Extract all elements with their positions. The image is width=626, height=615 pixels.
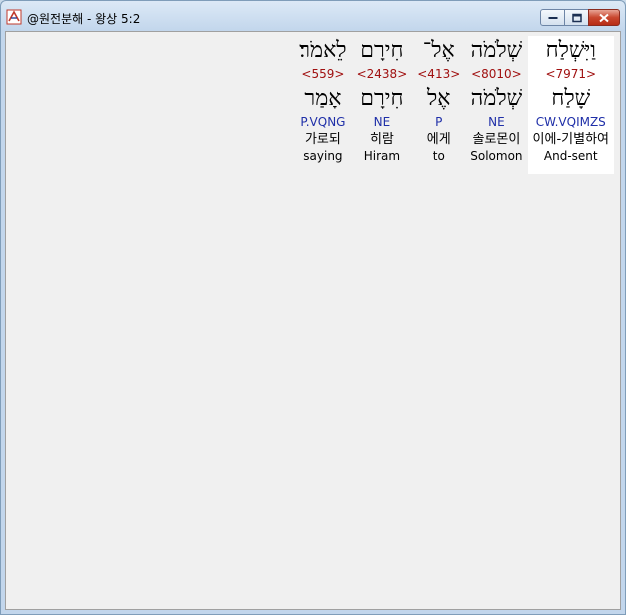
english-gloss: to xyxy=(432,149,445,163)
hebrew-surface: וַיִּשְׁלַח xyxy=(545,38,596,63)
korean-gloss: 히람 xyxy=(369,132,394,147)
english-gloss: And-sent xyxy=(543,149,598,163)
english-gloss: saying xyxy=(303,149,343,163)
hebrew-lemma: שְׁלֹמֹה xyxy=(470,86,523,111)
restore-icon xyxy=(571,13,582,22)
word-item[interactable]: שְׁלֹמֹה <8010> שְׁלֹמֹה NE 솔로몬이 Solomon xyxy=(465,36,527,174)
morph-code: NE xyxy=(373,115,391,129)
hebrew-surface: שְׁלֹמֹה xyxy=(470,38,523,63)
hebrew-lemma: חִירָם xyxy=(360,86,404,111)
hebrew-surface: לֵאמֹר׃ xyxy=(299,38,347,63)
app-window: @원전분해 - 왕상 5:2 וַיִּשְׁלַח <7971> שָׁלַח… xyxy=(0,0,626,615)
minimize-icon xyxy=(548,16,557,19)
close-button[interactable] xyxy=(588,9,620,26)
window-title: @원전분해 - 왕상 5:2 xyxy=(27,12,141,26)
minimize-button[interactable] xyxy=(540,9,565,26)
english-gloss: Solomon xyxy=(470,149,523,163)
korean-gloss: 이에-기별하여 xyxy=(532,132,609,147)
maximize-button[interactable] xyxy=(564,9,589,26)
word-item[interactable]: חִירָם <2438> חִירָם NE 히람 Hiram xyxy=(352,36,413,174)
word-item[interactable]: אֶל־ <413> אֶל P 에게 to xyxy=(412,36,465,174)
word-item[interactable]: וַיִּשְׁלַח <7971> שָׁלַח CW.VQIMZS 이에-기… xyxy=(527,36,614,174)
korean-gloss: 에게 xyxy=(426,132,451,147)
strong-number[interactable]: <413> xyxy=(417,66,460,82)
morph-code: P xyxy=(435,115,443,129)
morph-code: NE xyxy=(488,115,505,129)
app-icon xyxy=(6,9,22,25)
hebrew-surface: אֶל־ xyxy=(422,38,455,63)
english-gloss: Hiram xyxy=(363,149,401,163)
strong-number[interactable]: <7971> xyxy=(545,66,596,82)
strong-number[interactable]: <559> xyxy=(301,66,344,82)
morph-code: CW.VQIMZS xyxy=(535,115,606,129)
window-controls xyxy=(540,9,620,27)
word-list: וַיִּשְׁלַח <7971> שָׁלַח CW.VQIMZS 이에-기… xyxy=(294,36,614,174)
strong-number[interactable]: <2438> xyxy=(357,66,408,82)
title-bar[interactable]: @원전분해 - 왕상 5:2 xyxy=(1,1,625,31)
hebrew-lemma: אֶל xyxy=(427,86,451,111)
close-icon xyxy=(599,13,609,22)
morph-code: P.VQNG xyxy=(300,115,346,129)
hebrew-lemma: אָמַר xyxy=(304,86,342,111)
hebrew-surface: חִירָם xyxy=(360,38,404,63)
hebrew-lemma: שָׁלַח xyxy=(551,86,591,111)
korean-gloss: 솔로몬이 xyxy=(472,132,521,147)
strong-number[interactable]: <8010> xyxy=(471,66,522,82)
word-item[interactable]: לֵאמֹר׃ <559> אָמַר P.VQNG 가로되 saying xyxy=(294,36,351,174)
interlinear-panel: וַיִּשְׁלַח <7971> שָׁלַח CW.VQIMZS 이에-기… xyxy=(5,31,621,610)
korean-gloss: 가로되 xyxy=(304,132,341,147)
